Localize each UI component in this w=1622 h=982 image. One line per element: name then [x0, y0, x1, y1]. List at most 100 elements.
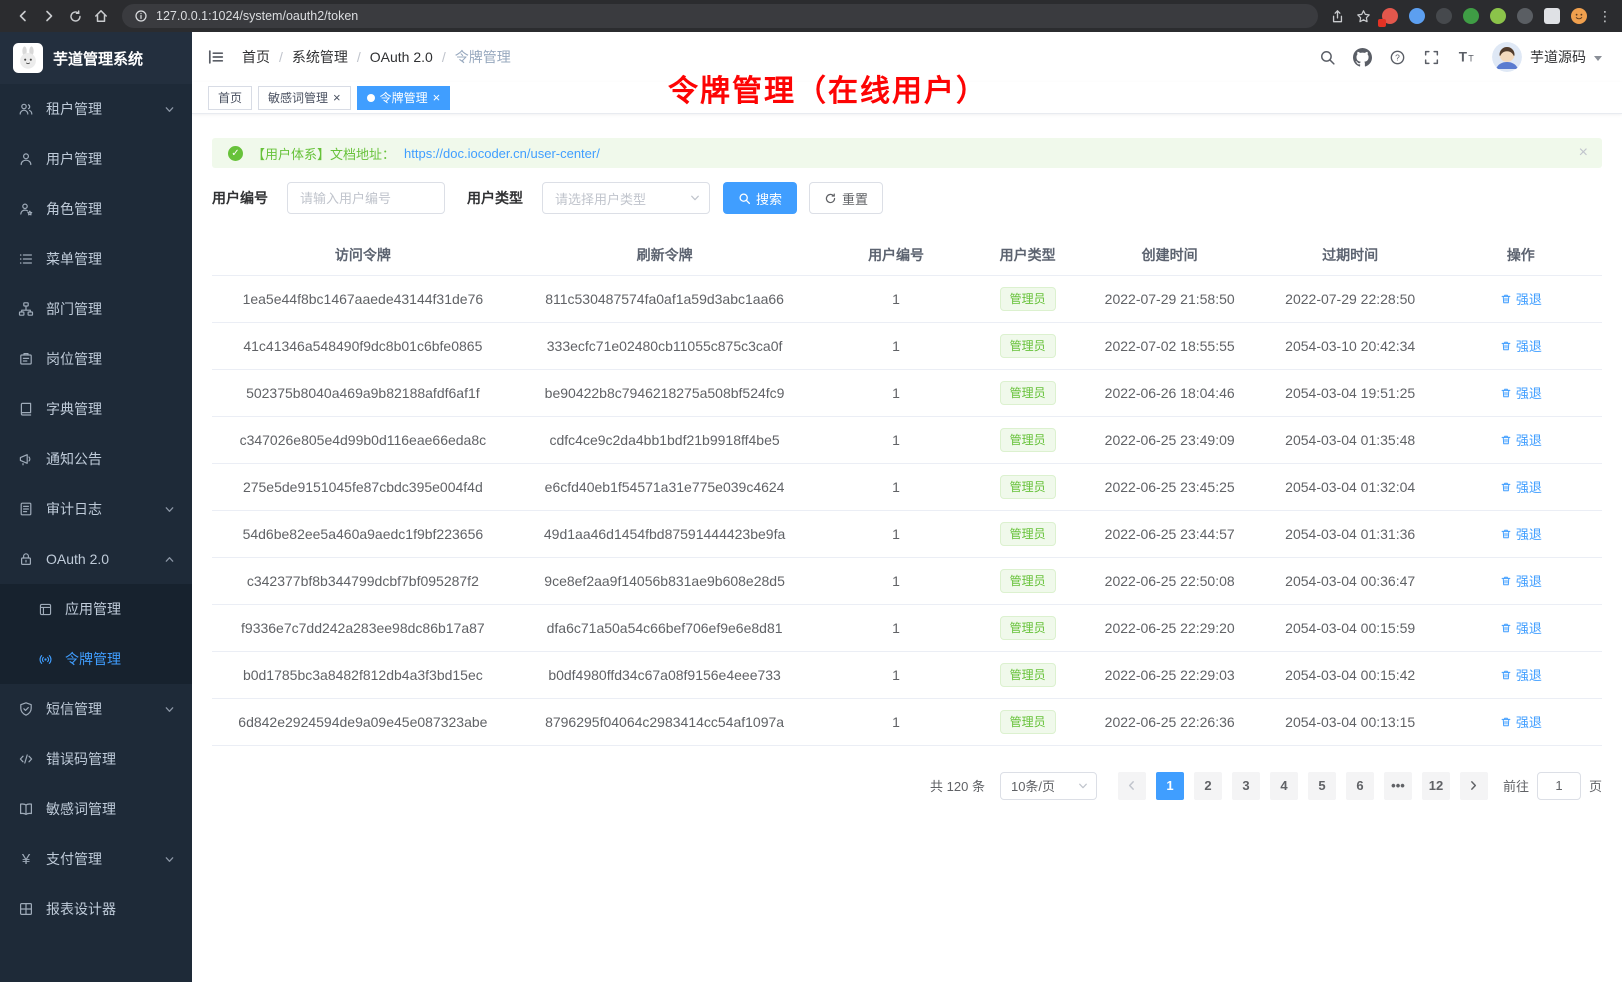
- user-menu[interactable]: 芋道源码: [1492, 42, 1602, 72]
- force-logout-button[interactable]: 强退: [1500, 524, 1542, 543]
- extension-pin-icon[interactable]: [1517, 8, 1533, 24]
- sidebar-item-label: 字典管理: [46, 399, 102, 419]
- share-icon[interactable]: [1330, 9, 1345, 24]
- sidebar-item-dict[interactable]: 字典管理: [0, 384, 192, 434]
- breadcrumb-home[interactable]: 首页: [242, 47, 270, 67]
- close-icon[interactable]: ×: [333, 91, 341, 104]
- user-type-tag: 管理员: [1000, 428, 1056, 452]
- site-info-icon[interactable]: [134, 9, 148, 23]
- sidebar-item-oauth[interactable]: OAuth 2.0: [0, 534, 192, 584]
- sidebar-item-sms[interactable]: 短信管理: [0, 684, 192, 734]
- access-token-cell: 1ea5e44f8bc1467aaede43144f31de76: [212, 275, 514, 322]
- sidebar-item-dept[interactable]: 部门管理: [0, 284, 192, 334]
- sidebar-item-oauth-tokens[interactable]: 令牌管理: [0, 634, 192, 684]
- home-icon[interactable]: [88, 3, 114, 29]
- expire-time-cell: 2022-07-29 22:28:50: [1261, 275, 1440, 322]
- sidebar-item-notice[interactable]: 通知公告: [0, 434, 192, 484]
- page-button-3[interactable]: 3: [1232, 772, 1260, 800]
- user-type-cell: 管理员: [977, 322, 1079, 369]
- page-button-4[interactable]: 4: [1270, 772, 1298, 800]
- extension-blue-icon[interactable]: [1409, 8, 1425, 24]
- user-type-placeholder: 请选择用户类型: [555, 189, 646, 208]
- force-logout-button[interactable]: 强退: [1500, 477, 1542, 496]
- help-icon[interactable]: ?: [1389, 49, 1406, 66]
- force-logout-button[interactable]: 强退: [1500, 289, 1542, 308]
- force-logout-button[interactable]: 强退: [1500, 336, 1542, 355]
- next-page-button[interactable]: [1460, 772, 1488, 800]
- doc-link[interactable]: https://doc.iocoder.cn/user-center/: [404, 146, 600, 161]
- force-logout-button[interactable]: 强退: [1500, 383, 1542, 402]
- back-icon[interactable]: [10, 3, 36, 29]
- page-button-5[interactable]: 5: [1308, 772, 1336, 800]
- page-button-6[interactable]: 6: [1346, 772, 1374, 800]
- tab-token-management[interactable]: 令牌管理 ×: [357, 86, 451, 110]
- alert-text: 【用户体系】文档地址：: [252, 144, 395, 163]
- github-icon[interactable]: [1353, 48, 1372, 67]
- col-actions: 操作: [1440, 235, 1602, 275]
- chevron-down-icon: [164, 854, 175, 865]
- tab-home[interactable]: 首页: [208, 86, 252, 110]
- user-id-cell: 1: [815, 557, 976, 604]
- reload-icon[interactable]: [62, 3, 88, 29]
- sidebar-item-label: 租户管理: [46, 99, 102, 119]
- user-id-cell: 1: [815, 463, 976, 510]
- url-bar[interactable]: 127.0.0.1:1024/system/oauth2/token: [122, 4, 1318, 28]
- sidebar-item-post[interactable]: 岗位管理: [0, 334, 192, 384]
- force-logout-button[interactable]: 强退: [1500, 665, 1542, 684]
- hamburger-icon[interactable]: [207, 48, 225, 66]
- alert-close-icon[interactable]: ×: [1579, 144, 1588, 162]
- user-type-cell: 管理员: [977, 463, 1079, 510]
- text-size-icon[interactable]: TT: [1457, 48, 1475, 66]
- force-logout-button[interactable]: 强退: [1500, 571, 1542, 590]
- more-menu-icon[interactable]: ⋮: [1598, 8, 1612, 25]
- sidebar-item-oauth-apps[interactable]: 应用管理: [0, 584, 192, 634]
- search-button[interactable]: 搜索: [723, 182, 797, 214]
- page-button-12[interactable]: 12: [1422, 772, 1450, 800]
- forward-icon[interactable]: [36, 3, 62, 29]
- sidebar-item-audit-log[interactable]: 审计日志: [0, 484, 192, 534]
- goto-page-input[interactable]: [1537, 772, 1581, 800]
- force-logout-button[interactable]: 强退: [1500, 618, 1542, 637]
- sidebar-item-label: 菜单管理: [46, 249, 102, 269]
- extension-lime-icon[interactable]: [1490, 8, 1506, 24]
- search-icon[interactable]: [1319, 49, 1336, 66]
- bookmark-star-icon[interactable]: [1356, 9, 1371, 24]
- caret-down-icon: [1594, 56, 1602, 61]
- profile-avatar-icon[interactable]: [1571, 8, 1587, 24]
- sidebar-item-tenant[interactable]: 租户管理: [0, 84, 192, 134]
- page-button-1[interactable]: 1: [1156, 772, 1184, 800]
- page-button-2[interactable]: 2: [1194, 772, 1222, 800]
- sidebar-item-label: 审计日志: [46, 499, 102, 519]
- extension-green-icon[interactable]: [1463, 8, 1479, 24]
- force-logout-label: 强退: [1516, 336, 1542, 355]
- sidebar-toggle-icon[interactable]: [1544, 8, 1560, 24]
- sidebar-item-sensitive-words[interactable]: 敏感词管理: [0, 784, 192, 834]
- reset-button[interactable]: 重置: [809, 182, 883, 214]
- tab-sensitive-words[interactable]: 敏感词管理 ×: [258, 86, 351, 110]
- sidebar-item-report-designer[interactable]: 报表设计器: [0, 884, 192, 934]
- extension-red-icon[interactable]: [1382, 8, 1398, 24]
- refresh-token-cell: 811c530487574fa0af1a59d3abc1aa66: [514, 275, 816, 322]
- col-refresh-token: 刷新令牌: [514, 235, 816, 275]
- prev-page-button[interactable]: [1118, 772, 1146, 800]
- sidebar-item-role[interactable]: 角色管理: [0, 184, 192, 234]
- app-logo[interactable]: 芋道管理系统: [0, 32, 192, 84]
- breadcrumb-oauth[interactable]: OAuth 2.0: [370, 49, 433, 65]
- user-id-input[interactable]: [287, 182, 445, 214]
- page-size-select[interactable]: 10条/页: [1000, 772, 1097, 800]
- col-create-time: 创建时间: [1079, 235, 1261, 275]
- sidebar-item-error-code[interactable]: 错误码管理: [0, 734, 192, 784]
- expire-time-cell: 2054-03-10 20:42:34: [1261, 322, 1440, 369]
- sidebar-item-user[interactable]: 用户管理: [0, 134, 192, 184]
- sidebar-item-menu[interactable]: 菜单管理: [0, 234, 192, 284]
- chevron-down-icon: [164, 504, 175, 515]
- sidebar-item-payment[interactable]: ¥ 支付管理: [0, 834, 192, 884]
- user-type-select[interactable]: 请选择用户类型: [542, 182, 710, 214]
- fullscreen-icon[interactable]: [1423, 49, 1440, 66]
- page-ellipsis-button[interactable]: •••: [1384, 772, 1412, 800]
- close-icon[interactable]: ×: [433, 91, 441, 104]
- force-logout-button[interactable]: 强退: [1500, 430, 1542, 449]
- force-logout-button[interactable]: 强退: [1500, 712, 1542, 731]
- breadcrumb-system[interactable]: 系统管理: [292, 47, 348, 67]
- extension-dark-icon[interactable]: [1436, 8, 1452, 24]
